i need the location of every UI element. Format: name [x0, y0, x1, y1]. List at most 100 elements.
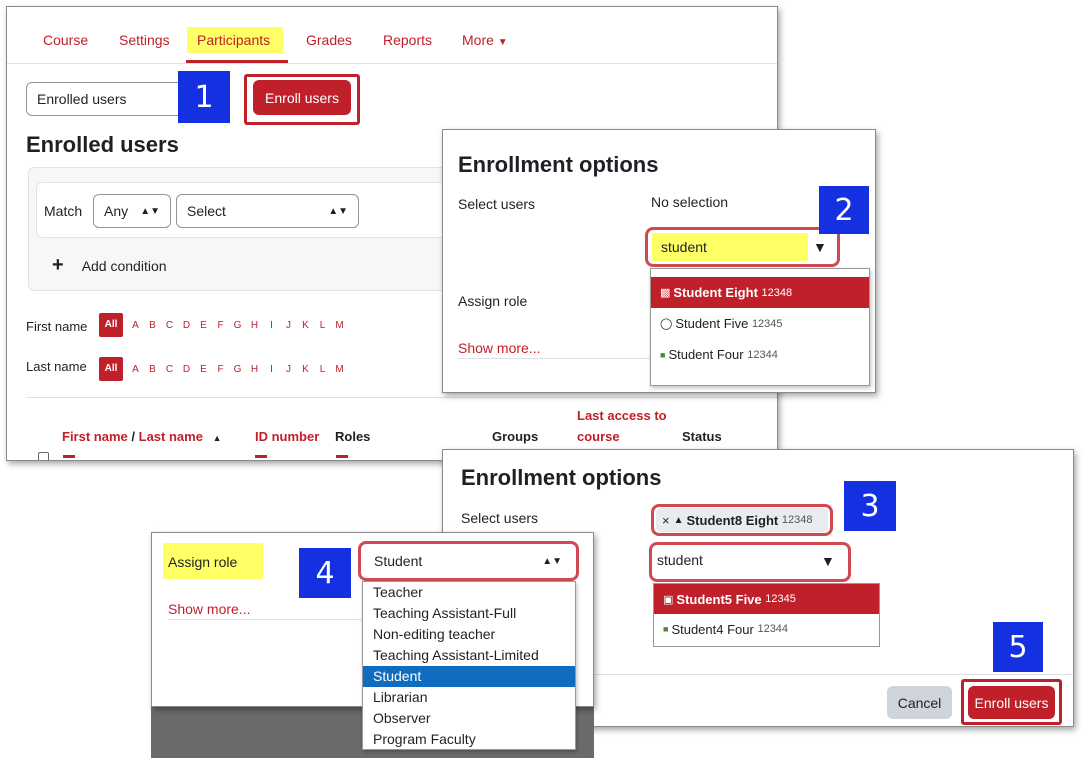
enrollment-modal-search: Enrollment options Select users No selec… — [442, 129, 876, 393]
dropdown-arrow-icon[interactable]: ▼ — [821, 553, 835, 569]
condition-select[interactable]: Select ▲▼ — [176, 194, 359, 228]
first-name-initials: All A B C D E F G H I J K L M — [99, 313, 348, 337]
initial-letter[interactable]: D — [178, 320, 195, 331]
match-select[interactable]: Any ▲▼ — [93, 194, 171, 228]
step-badge-2: 2 — [819, 186, 869, 234]
initial-letter[interactable]: M — [331, 364, 348, 375]
user-result-option[interactable]: ▩ Student Eight 12348 — [651, 277, 869, 308]
hide-column-dash[interactable] — [336, 455, 348, 458]
initial-letter[interactable]: G — [229, 364, 246, 375]
initial-letter[interactable]: B — [144, 364, 161, 375]
initial-letter[interactable]: G — [229, 320, 246, 331]
initial-letter[interactable]: A — [127, 320, 144, 331]
chip-remove-icon[interactable]: × — [662, 513, 670, 528]
role-option[interactable]: Teaching Assistant-Limited — [363, 645, 575, 666]
user-search-input[interactable]: student — [657, 552, 703, 568]
result-name: Student5 Five — [676, 591, 762, 607]
initial-letter[interactable]: E — [195, 364, 212, 375]
initial-letter[interactable]: C — [161, 364, 178, 375]
user-avatar-icon: ▩ — [660, 287, 671, 299]
enrolled-users-select-value: Enrolled users — [37, 91, 127, 107]
select-all-checkbox[interactable] — [38, 452, 49, 460]
tab-grades[interactable]: Grades — [306, 32, 352, 48]
sort-id-number-link[interactable]: ID number — [255, 429, 319, 444]
show-more-link[interactable]: Show more... — [168, 601, 250, 617]
role-option[interactable]: Librarian — [363, 687, 575, 708]
result-id: 12344 — [757, 623, 789, 635]
user-result-option[interactable]: ▣ Student5 Five 12345 — [654, 584, 879, 614]
enroll-users-button[interactable]: Enroll users — [968, 686, 1055, 719]
sort-first-name-link[interactable]: First name — [62, 429, 128, 444]
column-header-status: Status — [682, 429, 722, 444]
role-select[interactable]: Student ▲▼ — [364, 547, 572, 575]
tab-settings[interactable]: Settings — [119, 32, 170, 48]
modal-title: Enrollment options — [458, 152, 659, 177]
show-more-underline — [168, 619, 368, 620]
initial-letter[interactable]: K — [297, 320, 314, 331]
initial-letter[interactable]: H — [246, 364, 263, 375]
sort-last-access-link[interactable]: Last access to course — [577, 405, 667, 447]
result-id: 12344 — [747, 348, 778, 361]
initial-letter[interactable]: I — [263, 364, 280, 375]
page-title: Enrolled users — [26, 132, 179, 157]
hide-column-dash[interactable] — [255, 455, 267, 458]
initial-letter[interactable]: F — [212, 320, 229, 331]
user-results-list: ▩ Student Eight 12348 ◯ Student Five 123… — [650, 268, 870, 386]
initial-letter[interactable]: C — [161, 320, 178, 331]
initial-letter[interactable]: J — [280, 364, 297, 375]
tab-reports[interactable]: Reports — [383, 32, 432, 48]
initial-letter[interactable]: L — [314, 364, 331, 375]
initial-letter[interactable]: F — [212, 364, 229, 375]
tab-course[interactable]: Course — [43, 32, 88, 48]
result-id: 12348 — [761, 286, 793, 299]
dropdown-arrow-icon[interactable]: ▼ — [813, 239, 827, 255]
user-search-input[interactable]: student — [652, 233, 808, 261]
add-condition-button[interactable]: + Add condition — [52, 254, 167, 277]
user-result-option[interactable]: ■ Student Four 12344 — [651, 339, 869, 370]
hide-column-dash[interactable] — [63, 455, 75, 458]
user-result-option[interactable]: ■ Student4 Four 12344 — [654, 614, 879, 644]
initial-letter[interactable]: B — [144, 320, 161, 331]
no-selection-text: No selection — [651, 194, 729, 210]
enroll-users-button[interactable]: Enroll users — [253, 80, 351, 115]
initial-letter[interactable]: I — [263, 320, 280, 331]
plus-icon: + — [52, 254, 64, 276]
initial-letter[interactable]: M — [331, 320, 348, 331]
cancel-button[interactable]: Cancel — [887, 686, 952, 719]
show-more-link[interactable]: Show more... — [458, 340, 540, 356]
tab-participants[interactable]: Participants — [197, 32, 270, 48]
match-label: Match — [44, 203, 83, 219]
tab-more-label: More — [462, 32, 494, 48]
initial-letter[interactable]: E — [195, 320, 212, 331]
initial-letter[interactable]: L — [314, 320, 331, 331]
user-avatar-icon: ■ — [663, 624, 669, 634]
sort-last-name-link[interactable]: Last name — [139, 429, 203, 444]
role-option[interactable]: Student — [363, 666, 575, 687]
select-users-label: Select users — [461, 510, 539, 526]
user-avatar-icon: ◯ — [660, 318, 673, 330]
last-access-line2: course — [577, 429, 620, 444]
role-option[interactable]: Teacher — [363, 582, 575, 603]
user-search-value: student — [657, 552, 703, 568]
enrolled-users-select[interactable]: Enrolled users — [26, 82, 186, 116]
role-option[interactable]: Program Faculty — [363, 729, 575, 750]
initial-letter[interactable]: H — [246, 320, 263, 331]
role-option[interactable]: Observer — [363, 708, 575, 729]
role-option[interactable]: Teaching Assistant-Full — [363, 603, 575, 624]
add-condition-label: Add condition — [81, 257, 167, 274]
modal-scrollbar[interactable] — [1073, 450, 1074, 674]
result-name: Student4 Four — [671, 621, 754, 637]
tab-more[interactable]: More ▼ — [462, 32, 508, 48]
initial-letter[interactable]: A — [127, 364, 144, 375]
last-access-line1: Last access to — [577, 408, 667, 423]
role-option[interactable]: Non-editing teacher — [363, 624, 575, 645]
result-id: 12345 — [751, 317, 783, 330]
initial-letter[interactable]: J — [280, 320, 297, 331]
initial-all[interactable]: All — [99, 313, 123, 337]
initial-letter[interactable]: D — [178, 364, 195, 375]
last-name-initials: All A B C D E F G H I J K L M — [99, 357, 348, 381]
user-result-option[interactable]: ◯ Student Five 12345 — [651, 308, 869, 339]
initial-all[interactable]: All — [99, 357, 123, 381]
initial-letter[interactable]: K — [297, 364, 314, 375]
result-name: Student Four — [668, 347, 744, 362]
